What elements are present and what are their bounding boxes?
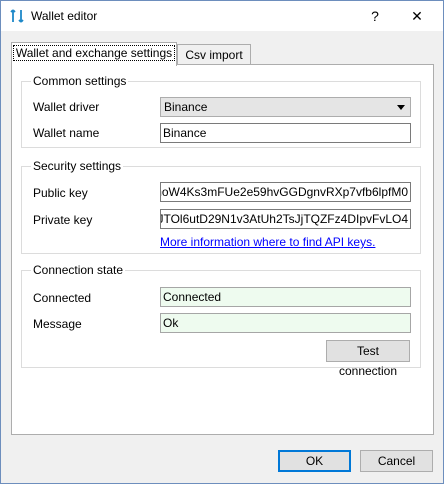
wallet-name-field[interactable]: Binance <box>160 123 411 143</box>
tab-panel: Common settings Wallet driver Binance Wa… <box>11 64 434 435</box>
private-key-label: Private key <box>33 213 93 227</box>
public-key-field[interactable]: 5xpgnoW4Ks3mFUe2e59hvGGDgnvRXp7vfb6lpfM0 <box>160 182 411 202</box>
wallet-driver-select[interactable]: Binance <box>160 97 411 117</box>
tab-label: Csv import <box>185 48 243 62</box>
chevron-down-icon <box>397 105 405 110</box>
cancel-button[interactable]: Cancel <box>360 450 433 472</box>
private-key-field[interactable]: nfCOJTOl6utD29N1v3AtUh2TsJjTQZFz4DIpvFvL… <box>160 209 411 229</box>
message-field: Ok <box>160 313 411 333</box>
app-logo-icon <box>10 9 24 23</box>
wallet-name-label: Wallet name <box>33 126 100 140</box>
tab-label: Wallet and exchange settings <box>12 45 176 61</box>
help-button[interactable]: ? <box>363 6 387 26</box>
close-button[interactable]: ✕ <box>405 6 429 26</box>
test-connection-button[interactable]: Test connection <box>326 340 410 378</box>
wallet-driver-label: Wallet driver <box>33 100 100 114</box>
message-label: Message <box>33 317 82 331</box>
connected-label: Connected <box>33 291 92 305</box>
tab-csv-import[interactable]: Csv import <box>177 44 251 64</box>
api-keys-info-link[interactable]: More information where to find API keys. <box>160 235 375 249</box>
group-title: Common settings <box>31 74 129 88</box>
ok-button[interactable]: OK <box>278 450 351 472</box>
group-title: Security settings <box>31 159 124 173</box>
connected-status-field: Connected <box>160 287 411 307</box>
group-title: Connection state <box>31 263 126 277</box>
title-bar: Wallet editor ? ✕ <box>1 1 443 31</box>
public-key-label: Public key <box>33 186 88 200</box>
wallet-editor-dialog: Wallet editor ? ✕ Wallet and exchange se… <box>0 0 444 484</box>
tab-wallet-and-exchange-settings[interactable]: Wallet and exchange settings <box>11 42 177 66</box>
window-title: Wallet editor <box>31 9 98 23</box>
selected-value: Binance <box>164 100 208 114</box>
